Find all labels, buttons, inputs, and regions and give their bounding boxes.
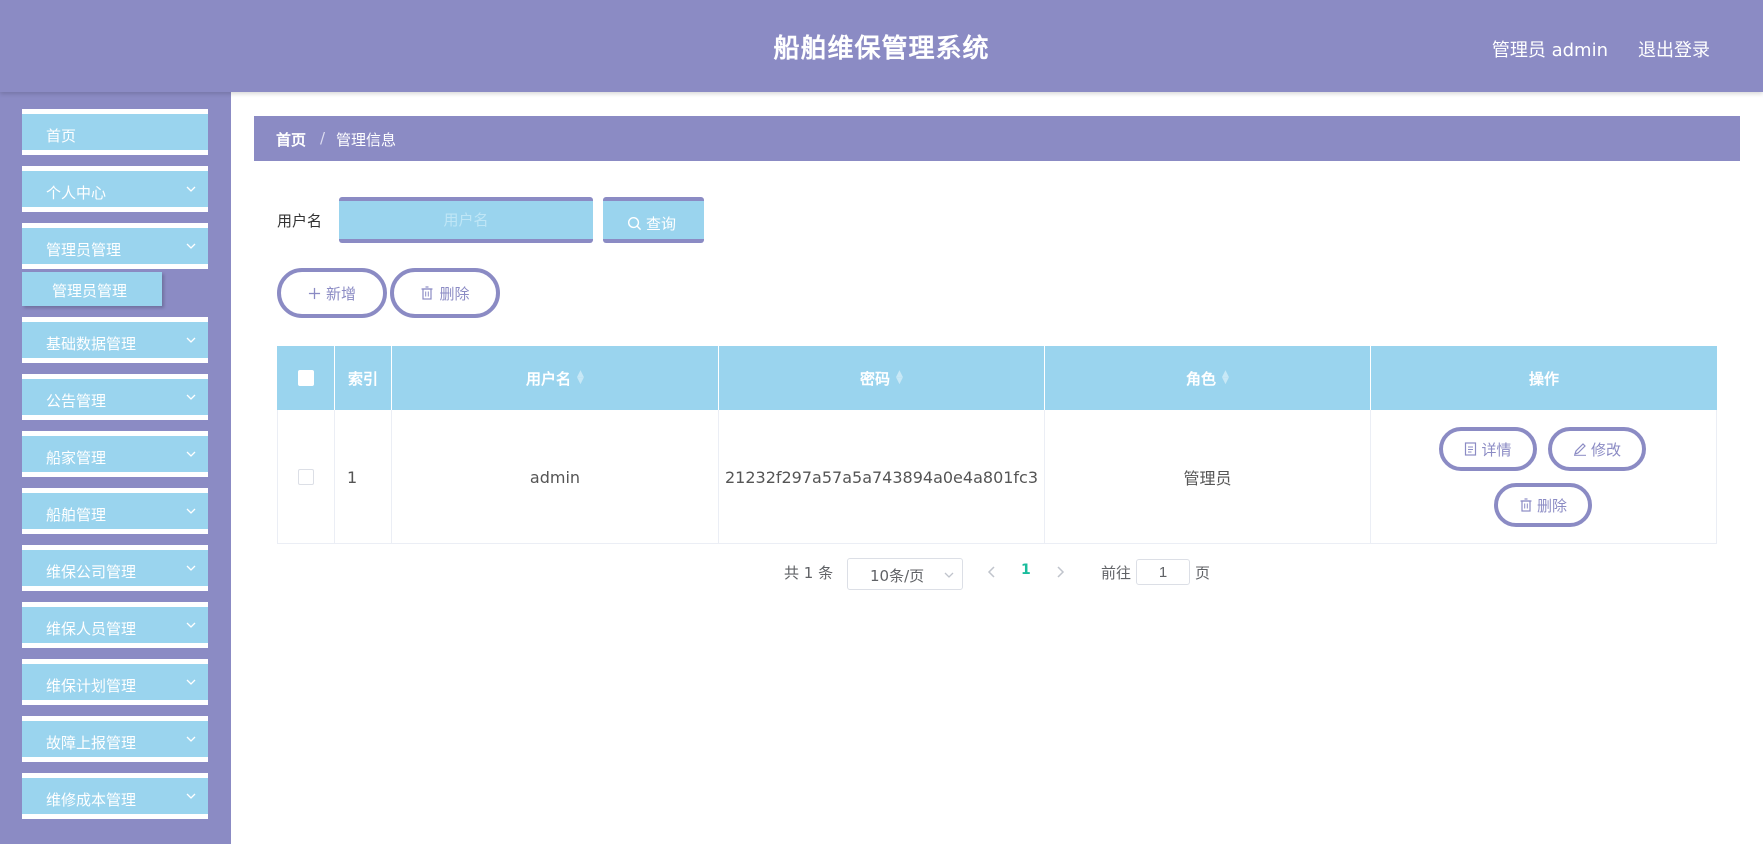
query-button[interactable]: 查询 <box>603 197 704 243</box>
top-header: 船舶维保管理系统 管理员 admin 退出登录 <box>0 0 1763 92</box>
row-checkbox[interactable] <box>298 469 314 485</box>
sidebar-item-label: 船家管理 <box>46 449 107 467</box>
logout-link[interactable]: 退出登录 <box>1638 36 1710 62</box>
sidebar-item-label: 故障上报管理 <box>46 734 137 752</box>
breadcrumb: 首页 / 管理信息 <box>254 116 1740 161</box>
column-header-label: 用户名 <box>526 369 572 388</box>
column-header-label: 索引 <box>347 369 378 388</box>
cell-index: 1 <box>335 410 392 544</box>
page-suffix: 页 <box>1195 564 1211 582</box>
sidebar-item-announcements[interactable]: 公告管理 <box>22 374 208 420</box>
sidebar-item-repair-costs[interactable]: 维修成本管理 <box>22 773 208 819</box>
sidebar-item-label: 公告管理 <box>46 392 107 410</box>
column-header-role[interactable]: 角色 ▲ ▼ <box>1045 346 1371 410</box>
sidebar-item-label: 基础数据管理 <box>46 335 137 353</box>
sidebar-item-label: 维保公司管理 <box>46 563 137 581</box>
sidebar-item-label: 首页 <box>46 127 77 145</box>
submenu-item-admin-management[interactable]: 管理员管理 <box>22 272 162 306</box>
sort-icon[interactable]: ▲ ▼ <box>896 370 903 386</box>
sidebar-item-maintenance-plans[interactable]: 维保计划管理 <box>22 659 208 705</box>
sort-icon[interactable]: ▲ ▼ <box>577 370 584 386</box>
chevron-down-icon <box>186 793 196 799</box>
column-header-actions: 操作 <box>1371 346 1717 410</box>
sidebar-item-label: 管理员管理 <box>46 241 122 259</box>
chevron-down-icon <box>186 337 196 343</box>
chevron-down-icon <box>186 508 196 514</box>
current-user: 管理员 admin <box>1491 40 1608 61</box>
column-header-label: 操作 <box>1528 369 1559 388</box>
sidebar-item-home[interactable]: 首页 <box>22 109 208 155</box>
sidebar-item-basic-data[interactable]: 基础数据管理 <box>22 317 208 363</box>
cell-actions: 详情 修改 删除 <box>1371 410 1716 544</box>
goto-page-input[interactable] <box>1136 559 1190 585</box>
breadcrumb-current: 管理信息 <box>336 131 397 149</box>
add-button[interactable]: 新增 <box>277 268 387 318</box>
prev-page-icon[interactable] <box>987 565 997 579</box>
detail-button-label: 详情 <box>1481 440 1512 459</box>
cell-password: 21232f297a57a5a743894a0e4a801fc3 <box>719 410 1045 544</box>
chevron-down-icon <box>186 679 196 685</box>
edit-button-label: 修改 <box>1590 440 1621 459</box>
page-size-value: 10条/页 <box>870 567 925 585</box>
chevron-down-icon <box>186 243 196 249</box>
submenu-item-label: 管理员管理 <box>52 282 128 300</box>
cell-role: 管理员 <box>1045 410 1371 544</box>
column-header-index: 索引 <box>335 346 392 410</box>
edit-icon <box>1573 443 1586 456</box>
sidebar-item-maintenance-staff[interactable]: 维保人员管理 <box>22 602 208 648</box>
sidebar-item-fault-reports[interactable]: 故障上报管理 <box>22 716 208 762</box>
row-select-cell <box>278 410 335 544</box>
trash-icon <box>1520 498 1532 512</box>
chevron-down-icon <box>186 451 196 457</box>
document-icon <box>1465 442 1477 456</box>
column-header-label: 密码 <box>860 369 891 388</box>
query-button-label: 查询 <box>646 215 677 233</box>
sidebar-item-admin-management[interactable]: 管理员管理 <box>22 223 208 269</box>
chevron-down-icon <box>186 394 196 400</box>
sidebar-item-ships[interactable]: 船舶管理 <box>22 488 208 534</box>
batch-delete-button-label: 删除 <box>439 284 470 303</box>
sidebar-item-label: 个人中心 <box>46 184 107 202</box>
column-header-password[interactable]: 密码 ▲ ▼ <box>719 346 1045 410</box>
sidebar-item-label: 船舶管理 <box>46 506 107 524</box>
page-size-select[interactable]: 10条/页 <box>847 558 963 590</box>
sidebar-item-label: 维保计划管理 <box>46 677 137 695</box>
add-button-label: 新增 <box>325 284 356 303</box>
pagination-total: 共 1 条 <box>784 564 834 582</box>
goto-label: 前往 <box>1101 564 1132 582</box>
row-delete-button-label: 删除 <box>1536 496 1567 515</box>
sidebar-item-maintenance-companies[interactable]: 维保公司管理 <box>22 545 208 591</box>
search-input[interactable] <box>339 197 593 243</box>
table-row: 1 admin 21232f297a57a5a743894a0e4a801fc3… <box>277 410 1717 544</box>
chevron-down-icon <box>186 622 196 628</box>
cell-username: admin <box>392 410 719 544</box>
header-select-cell <box>277 346 335 410</box>
breadcrumb-separator: / <box>320 129 326 147</box>
sort-icon[interactable]: ▲ ▼ <box>1222 370 1229 386</box>
column-header-username[interactable]: 用户名 ▲ ▼ <box>392 346 719 410</box>
breadcrumb-home[interactable]: 首页 <box>276 129 306 150</box>
table-header: 索引 用户名 ▲ ▼ 密码 ▲ ▼ 角色 ▲ ▼ 操作 <box>277 346 1717 410</box>
plus-icon <box>308 287 321 299</box>
search-label: 用户名 <box>277 212 323 230</box>
search-icon <box>627 216 642 231</box>
page-number-current[interactable]: 1 <box>1021 562 1031 578</box>
chevron-down-icon <box>186 186 196 192</box>
chevron-down-icon <box>944 572 954 578</box>
row-delete-button[interactable]: 删除 <box>1494 483 1592 527</box>
sidebar-item-label: 维保人员管理 <box>46 620 137 638</box>
sidebar-item-label: 维修成本管理 <box>46 791 137 809</box>
chevron-down-icon <box>186 736 196 742</box>
sidebar-item-ship-owners[interactable]: 船家管理 <box>22 431 208 477</box>
sidebar-item-personal-center[interactable]: 个人中心 <box>22 166 208 212</box>
trash-icon <box>421 286 433 300</box>
chevron-down-icon <box>186 565 196 571</box>
column-header-label: 角色 <box>1186 369 1217 388</box>
edit-button[interactable]: 修改 <box>1548 427 1646 471</box>
sidebar: 首页 个人中心 管理员管理 管理员管理 基础数据管理 公告管理 船家管理 船舶管… <box>0 92 231 844</box>
detail-button[interactable]: 详情 <box>1439 427 1537 471</box>
select-all-checkbox[interactable] <box>297 370 314 386</box>
batch-delete-button[interactable]: 删除 <box>390 268 500 318</box>
next-page-icon[interactable] <box>1055 565 1065 579</box>
